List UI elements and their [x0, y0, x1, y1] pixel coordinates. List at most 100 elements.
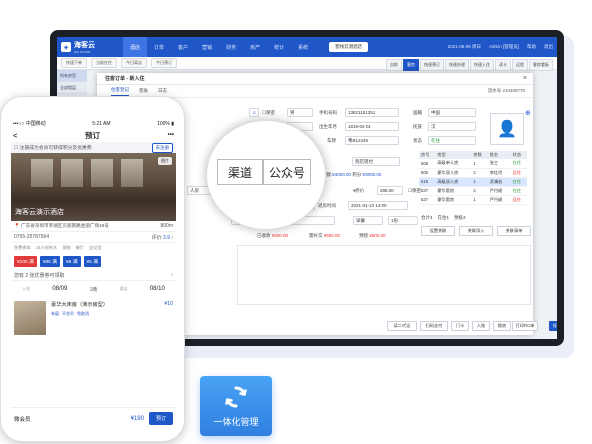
nav-system[interactable]: 系统	[291, 37, 315, 57]
logo-icon: ◈	[61, 42, 71, 52]
address-row[interactable]: 📍 广东省深圳市罗湖区贝丽南路金丽广场48号 800m	[11, 221, 176, 232]
country-select[interactable]: 中国	[428, 108, 476, 117]
toolbar-btn-self[interactable]: 自助	[386, 59, 402, 71]
logout-link[interactable]: 退出	[544, 44, 553, 50]
nav-marketing[interactable]: 营销	[195, 37, 219, 57]
date-picker[interactable]: 入住 08/09 1晚 离店 08/10	[11, 281, 176, 297]
toolbar-btn-checkin[interactable]: 快速入住	[470, 59, 494, 71]
toolbar-btn-card[interactable]: 读卡	[495, 59, 511, 71]
register-button[interactable]: 去注册	[151, 142, 173, 153]
status-select[interactable]: 在住	[428, 136, 476, 145]
change-room-button[interactable]: 换房	[493, 321, 511, 331]
plate-field[interactable]: 粤B12345	[345, 136, 399, 145]
coupon-item[interactable]: ¥86 满	[39, 256, 60, 267]
post-button[interactable]: 入账	[472, 321, 490, 331]
book-button[interactable]: 预订	[148, 412, 173, 425]
meal-count[interactable]: 1份	[388, 216, 418, 225]
hotel-photo[interactable]: 图片 海客云演示酒店	[11, 153, 176, 221]
arrival-select[interactable]: 到店现付	[352, 157, 400, 166]
coupon-item[interactable]: ¥8 满	[63, 256, 81, 267]
amenity-tags: 免费停车 24小时热水 宠物 餐厅 会议室	[14, 245, 102, 250]
nav-property[interactable]: 房产	[243, 37, 267, 57]
toolbar-btn-quick-book[interactable]: 快速预订	[420, 59, 444, 71]
room-price: ¥10	[164, 301, 173, 307]
score[interactable]: 评价 3.9 ›	[152, 234, 173, 241]
booking-chip[interactable]: 今日预订	[151, 58, 177, 68]
depart-field[interactable]: 2021-01-13 14:00	[348, 201, 408, 210]
quick-order-chip[interactable]: 快速下单	[61, 58, 87, 68]
departing-chip[interactable]: 今日离店	[121, 58, 147, 68]
avatar-icon[interactable]: 👤	[490, 113, 524, 145]
col-type: 房型	[435, 151, 472, 159]
address: 📍 广东省深圳市罗湖区贝丽南路金丽广场48号	[14, 223, 109, 228]
link-add-button[interactable]: 关联添入	[459, 226, 493, 236]
table-row[interactable]: 508 高级单人房 1 张三 在住	[419, 159, 527, 169]
in-house-chip[interactable]: 当前在住	[91, 58, 117, 68]
save-button[interactable]: 保存	[549, 321, 557, 331]
ethnic-select[interactable]: 汉	[428, 122, 476, 131]
meal-select[interactable]: 早餐	[353, 216, 383, 225]
birth-field[interactable]: 1819-02-01	[345, 122, 399, 131]
coupon-item[interactable]: ¥100 满	[14, 256, 37, 267]
date-display: 2021-05-06 周日	[447, 44, 481, 49]
dialog-title: 住客订单 - 新入住	[97, 73, 533, 85]
nav-stats[interactable]: 统计	[267, 37, 291, 57]
remarks-area[interactable]	[237, 245, 531, 305]
table-row[interactable]: 518 高级双人房 1 武澜宏 在住	[419, 177, 527, 187]
channel-value[interactable]: 公众号	[263, 159, 311, 185]
phone-header: < 预订 •••	[11, 128, 176, 142]
total-price: ¥190	[130, 415, 144, 422]
toolbar-btn-remote[interactable]: 远程	[512, 59, 528, 71]
print-rc-button[interactable]: 打印RC单	[512, 321, 538, 331]
toolbar-btn-room[interactable]: 客房	[403, 59, 419, 71]
nav-hotel[interactable]: 酒店	[123, 37, 148, 57]
checkin-date[interactable]: 08/09	[52, 286, 67, 292]
room-name: 豪华大床房（演示房型）	[51, 302, 109, 308]
gender-select[interactable]: 男	[287, 108, 313, 117]
rooms-table: 房号 房型 房数 姓名 状态 508 高级单人房 1 张三 在住 506 豪华双人房 2 李红…	[419, 151, 527, 205]
close-icon[interactable]: ×	[523, 75, 527, 82]
price-field[interactable]: 288.00	[377, 186, 403, 195]
person-icon[interactable]: ☺	[249, 108, 259, 117]
read-id-button[interactable]: 读二代证	[387, 321, 417, 331]
badge-label: 一体化管理	[213, 417, 259, 427]
back-icon[interactable]: <	[13, 131, 17, 140]
price-adjust[interactable]: ▾ 原价	[353, 186, 364, 195]
set-link-button[interactable]: 设置关联	[421, 226, 455, 236]
sidebar-item-roomtypes[interactable]: 所有房型	[57, 70, 87, 82]
status-bar: •••○○ 中国移动 5:21 AM 100% ▮	[11, 119, 176, 128]
tab-log[interactable]: 日志	[158, 88, 167, 94]
confidential-check[interactable]: ☐ 保密	[262, 108, 275, 117]
nav-customers[interactable]: 客户	[171, 37, 195, 57]
coupon-list: ¥100 满 ¥86 满 ¥8 满 ¥5 满	[11, 253, 176, 270]
toolbar-btn-board[interactable]: 客房看板	[529, 59, 553, 71]
tab-registration[interactable]: 住客登记	[111, 87, 129, 96]
magnifier-lens: 渠道 公众号	[206, 120, 326, 230]
tab-account[interactable]: 客账	[139, 88, 148, 94]
table-row[interactable]: 506 豪华双人房 2 李红玲 远住	[419, 168, 527, 178]
coupon-item[interactable]: ¥5 满	[83, 256, 101, 267]
help-link[interactable]: 帮助	[527, 44, 536, 50]
link-list-button[interactable]: 关联清单	[497, 226, 531, 236]
add-guest-icon[interactable]: ⊕	[525, 109, 531, 117]
door-card-button[interactable]: 门卡	[451, 321, 469, 331]
hotel-phone[interactable]: 0755-25787564	[14, 234, 49, 240]
scan-pay-button[interactable]: 扫码支付	[420, 321, 448, 331]
table-row[interactable]: 527 豪华套房 1 严丹妮 远住	[419, 195, 527, 205]
nav-orders[interactable]: 订单	[147, 37, 171, 57]
coupon-note[interactable]: 您有 2 张优惠券可领取 ›	[11, 270, 176, 281]
table-row[interactable]: 537 豪华套房 2 严丹妮 在住	[419, 186, 527, 196]
channel-label: 渠道	[217, 159, 263, 185]
room-card[interactable]: 豪华大床房（演示房型） ¥10 有窗 不含早 免取消	[11, 297, 176, 341]
phone-field[interactable]: 13821151251	[345, 108, 399, 117]
sidebar-item-floors[interactable]: 全部楼层	[57, 82, 87, 94]
checkout-date[interactable]: 08/10	[150, 286, 165, 292]
notice-text: ☐ 注册成为会员可获得积分及优惠券	[14, 146, 92, 151]
room-photo[interactable]	[14, 301, 46, 335]
photo-tag[interactable]: 图片	[158, 157, 172, 165]
nav-finance[interactable]: 财务	[219, 37, 243, 57]
hotel-select[interactable]: 客栈云测酒店	[329, 42, 369, 52]
toolbar-btn-quick-handle[interactable]: 快速办理	[445, 59, 469, 71]
user-display[interactable]: Admin [管理员]	[489, 44, 519, 50]
more-icon[interactable]: •••	[168, 132, 174, 138]
